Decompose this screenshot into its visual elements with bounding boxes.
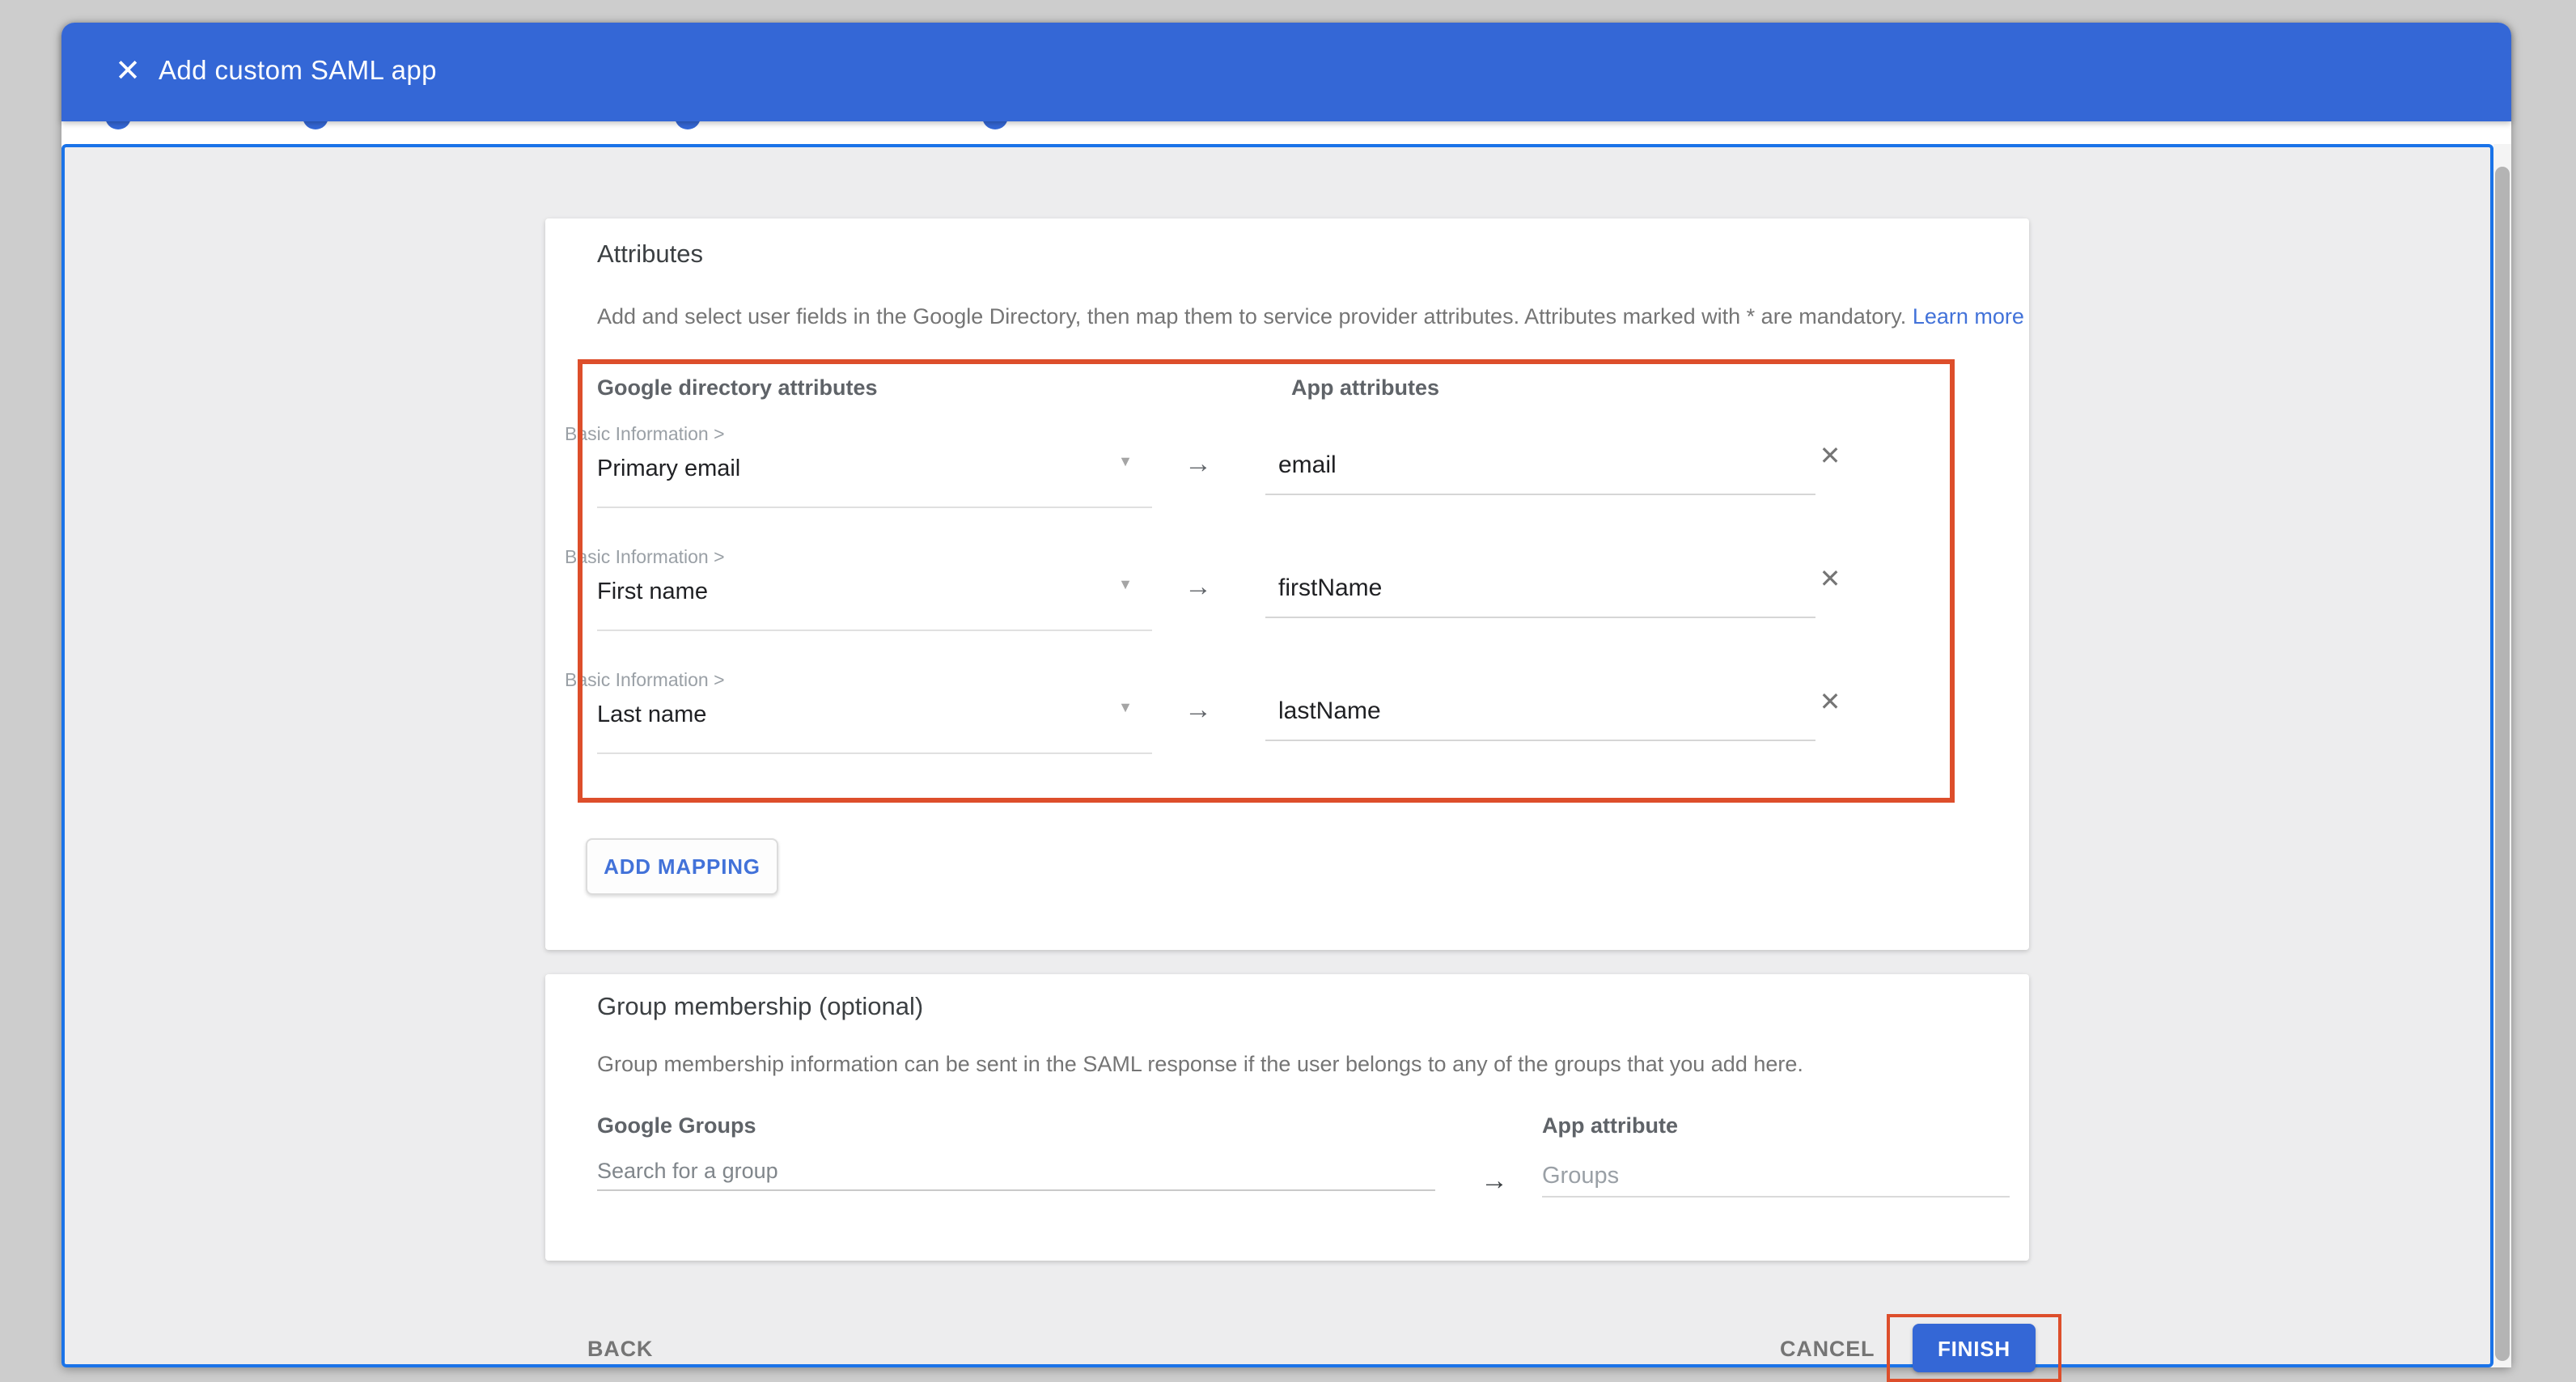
close-icon[interactable]: ✕ (99, 23, 157, 121)
app-attribute-input[interactable] (1265, 562, 1815, 618)
group-membership-card: Group membership (optional) Group member… (545, 974, 2029, 1261)
directory-attribute-value: Primary email (597, 456, 740, 482)
wizard-content-area: Attributes Add and select user fields in… (61, 144, 2493, 1367)
screen: ✕ Add custom SAML app Attributes Add and… (0, 0, 2576, 1382)
back-button[interactable]: BACK (578, 1335, 663, 1363)
app-attribute-label: App attribute (1542, 1113, 1678, 1138)
add-custom-saml-app-dialog: ✕ Add custom SAML app Attributes Add and… (61, 23, 2511, 1367)
learn-more-link[interactable]: Learn more (1913, 304, 2024, 329)
attribute-category-label: Basic Information > (565, 549, 725, 568)
remove-mapping-icon[interactable]: ✕ (1811, 439, 1849, 477)
groups-attribute-input[interactable] (1542, 1164, 2010, 1198)
directory-attribute-select[interactable]: First name ▼ (597, 568, 1152, 631)
attributes-card-title: Attributes (597, 241, 703, 270)
directory-attribute-select[interactable]: Primary email ▼ (597, 445, 1152, 508)
dialog-title: Add custom SAML app (159, 23, 437, 121)
dialog-header: ✕ Add custom SAML app (61, 23, 2511, 121)
arrow-right-icon: → (1481, 1165, 1508, 1198)
directory-attribute-select[interactable]: Last name ▼ (597, 691, 1152, 754)
arrow-right-icon: → (1184, 571, 1212, 604)
app-attribute-input[interactable] (1265, 439, 1815, 495)
directory-attribute-value: First name (597, 579, 708, 605)
mapping-row: Basic Information > Last name ▼ → ✕ (545, 672, 2029, 795)
finish-button[interactable]: FINISH (1913, 1324, 2036, 1372)
directory-attribute-value: Last name (597, 702, 706, 728)
chevron-down-icon: ▼ (1118, 699, 1133, 715)
directory-attributes-column-header: Google directory attributes (597, 375, 878, 400)
attribute-category-label: Basic Information > (565, 426, 725, 445)
arrow-right-icon: → (1184, 448, 1212, 481)
mapping-row: Basic Information > First name ▼ → ✕ (545, 549, 2029, 672)
app-attributes-column-header: App attributes (1291, 375, 1439, 400)
remove-mapping-icon[interactable]: ✕ (1811, 562, 1849, 600)
chevron-down-icon: ▼ (1118, 453, 1133, 469)
cancel-button[interactable]: CANCEL (1770, 1335, 1884, 1363)
attributes-card: Attributes Add and select user fields in… (545, 218, 2029, 950)
chevron-down-icon: ▼ (1118, 576, 1133, 592)
group-membership-title: Group membership (optional) (597, 994, 923, 1023)
attributes-description-text: Add and select user fields in the Google… (597, 304, 1906, 329)
scrollbar-thumb[interactable] (2495, 167, 2510, 1361)
group-membership-description: Group membership information can be sent… (597, 1052, 1803, 1076)
attributes-card-description: Add and select user fields in the Google… (597, 304, 2024, 329)
group-search-input[interactable] (597, 1159, 1435, 1191)
google-groups-label: Google Groups (597, 1113, 756, 1138)
app-attribute-input[interactable] (1265, 685, 1815, 741)
arrow-right-icon: → (1184, 694, 1212, 727)
add-mapping-button[interactable]: ADD MAPPING (586, 838, 778, 895)
attribute-category-label: Basic Information > (565, 672, 725, 691)
remove-mapping-icon[interactable]: ✕ (1811, 685, 1849, 723)
mapping-row: Basic Information > Primary email ▼ → ✕ (545, 426, 2029, 549)
